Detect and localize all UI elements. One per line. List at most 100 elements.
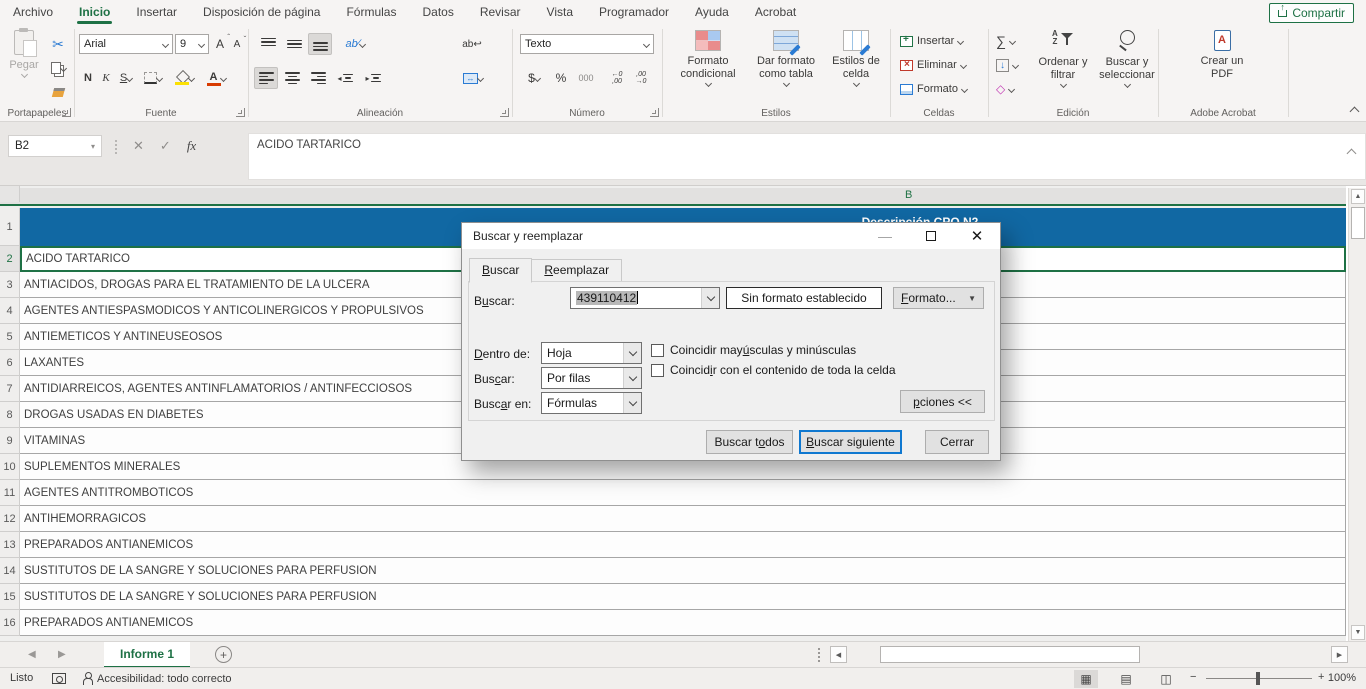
row-header[interactable]: 11: [0, 480, 20, 506]
borders-button[interactable]: [140, 67, 166, 89]
italic-button[interactable]: K: [98, 67, 114, 89]
align-middle-button[interactable]: [282, 33, 306, 55]
row-header[interactable]: 16: [0, 610, 20, 636]
row-header[interactable]: 7: [0, 376, 20, 402]
orientation-button[interactable]: ab∕: [338, 33, 372, 55]
underline-button[interactable]: S: [115, 67, 137, 89]
cell[interactable]: PREPARADOS ANTIANEMICOS: [20, 532, 1346, 558]
decrease-decimal-button[interactable]: ,00→0: [630, 67, 652, 89]
tab-vista[interactable]: Vista: [534, 0, 586, 25]
format-painter-button[interactable]: [46, 81, 70, 103]
percent-button[interactable]: %: [552, 67, 570, 89]
row-header[interactable]: 6: [0, 350, 20, 376]
fill-color-button[interactable]: [170, 67, 198, 89]
conditional-formatting-button[interactable]: Formato condicional: [672, 30, 744, 86]
search-order-select[interactable]: Por filas: [541, 367, 642, 389]
align-center-button[interactable]: [280, 67, 304, 89]
table-row[interactable]: 12ANTIHEMORRAGICOS: [0, 506, 1346, 532]
row-header[interactable]: 9: [0, 428, 20, 454]
number-format-combo[interactable]: Texto: [520, 34, 654, 54]
scroll-up-icon[interactable]: ▲: [1351, 189, 1365, 204]
increase-decimal-button[interactable]: ←0,00: [606, 67, 628, 89]
align-right-button[interactable]: [306, 67, 330, 89]
row-header[interactable]: 12: [0, 506, 20, 532]
row-header[interactable]: 8: [0, 402, 20, 428]
number-dialog-launcher-icon[interactable]: [650, 108, 659, 117]
find-next-button[interactable]: Buscar siguiente: [799, 430, 902, 454]
comma-style-button[interactable]: 000: [574, 67, 598, 89]
vertical-scrollbar[interactable]: ▲ ▼: [1348, 188, 1366, 641]
view-break-icon[interactable]: ◫: [1154, 670, 1178, 688]
font-color-button[interactable]: A: [202, 67, 230, 89]
row-header[interactable]: 3: [0, 272, 20, 298]
look-in-select[interactable]: Fórmulas: [541, 392, 642, 414]
match-entire-cell-checkbox[interactable]: Coincidir con el contenido de toda la ce…: [651, 363, 896, 377]
close-button[interactable]: Cerrar: [925, 430, 989, 454]
maximize-icon[interactable]: [916, 223, 946, 249]
combo-arrow-icon[interactable]: [623, 368, 641, 388]
currency-button[interactable]: $: [522, 67, 546, 89]
cell[interactable]: SUSTITUTOS DE LA SANGRE Y SOLUCIONES PAR…: [20, 584, 1346, 610]
table-row[interactable]: 11AGENTES ANTITROMBOTICOS: [0, 480, 1346, 506]
font-name-combo[interactable]: Arial: [79, 34, 173, 54]
wrap-text-button[interactable]: ab↩: [458, 33, 486, 55]
formula-bar-collapse-icon[interactable]: [1347, 149, 1357, 159]
delete-cells-button[interactable]: Eliminar: [900, 55, 966, 75]
select-all-corner[interactable]: [0, 186, 20, 202]
cell[interactable]: AGENTES ANTITROMBOTICOS: [20, 480, 1346, 506]
row-header[interactable]: 4: [0, 298, 20, 324]
accessibility-status[interactable]: Accesibilidad: todo correcto: [82, 672, 232, 685]
tab-disposicion[interactable]: Disposición de página: [190, 0, 333, 25]
row-header[interactable]: 15: [0, 584, 20, 610]
find-all-button[interactable]: Buscar todos: [706, 430, 793, 454]
horizontal-scrollbar-splitter[interactable]: [818, 648, 820, 662]
table-row[interactable]: 14SUSTITUTOS DE LA SANGRE Y SOLUCIONES P…: [0, 558, 1346, 584]
horizontal-scrollbar[interactable]: [852, 646, 1328, 663]
add-sheet-icon[interactable]: +: [215, 646, 232, 663]
tab-revisar[interactable]: Revisar: [467, 0, 534, 25]
table-row[interactable]: 15SUSTITUTOS DE LA SANGRE Y SOLUCIONES P…: [0, 584, 1346, 610]
zoom-percentage[interactable]: 100%: [1328, 672, 1356, 684]
zoom-in-icon[interactable]: +: [1318, 671, 1324, 683]
close-icon[interactable]: ✕: [962, 223, 992, 249]
sheet-next-icon[interactable]: ▶: [58, 649, 66, 660]
grow-font-button[interactable]: Aˆ: [212, 33, 228, 55]
enter-icon[interactable]: ✓: [160, 138, 171, 154]
tab-insertar[interactable]: Insertar: [123, 0, 190, 25]
formula-bar-splitter[interactable]: [115, 140, 117, 154]
tab-buscar[interactable]: Buscar: [469, 258, 532, 283]
minimize-icon[interactable]: —: [870, 223, 900, 249]
shrink-font-button[interactable]: Aˇ: [229, 33, 245, 55]
name-box[interactable]: B2 ▾: [8, 135, 102, 157]
view-layout-icon[interactable]: ▤: [1114, 670, 1138, 688]
insert-cells-button[interactable]: Insertar: [900, 31, 963, 51]
cell[interactable]: SUSTITUTOS DE LA SANGRE Y SOLUCIONES PAR…: [20, 558, 1346, 584]
options-button[interactable]: pciones <<: [900, 390, 985, 413]
vertical-scroll-thumb[interactable]: [1351, 207, 1365, 239]
row-header[interactable]: 13: [0, 532, 20, 558]
tab-ayuda[interactable]: Ayuda: [682, 0, 742, 25]
sheet-tab-informe-1[interactable]: Informe 1: [104, 642, 190, 668]
row-header[interactable]: 10: [0, 454, 20, 480]
ribbon-collapse-icon[interactable]: [1350, 107, 1360, 117]
format-as-table-button[interactable]: Dar formato como tabla: [748, 30, 824, 86]
copy-button[interactable]: [46, 57, 70, 79]
cell-styles-button[interactable]: Estilos de celda: [826, 30, 886, 86]
increase-indent-button[interactable]: ▸: [360, 67, 386, 89]
column-header-strip[interactable]: B: [0, 188, 1346, 206]
tab-acrobat[interactable]: Acrobat: [742, 0, 809, 25]
merge-center-button[interactable]: ↔: [456, 67, 490, 89]
row-header[interactable]: 5: [0, 324, 20, 350]
row-header[interactable]: 2: [0, 246, 20, 272]
scroll-down-icon[interactable]: ▼: [1351, 625, 1365, 640]
clipboard-dialog-launcher-icon[interactable]: [62, 108, 71, 117]
tab-formulas[interactable]: Fórmulas: [333, 0, 409, 25]
fx-icon[interactable]: fx: [187, 138, 196, 154]
sheet-prev-icon[interactable]: ◀: [28, 649, 36, 660]
align-top-button[interactable]: [256, 33, 280, 55]
font-size-combo[interactable]: 9: [175, 34, 209, 54]
row-header[interactable]: 14: [0, 558, 20, 584]
sort-filter-button[interactable]: AZ Ordenar y filtrar: [1032, 30, 1094, 87]
macro-icon[interactable]: [52, 673, 66, 687]
tab-datos[interactable]: Datos: [409, 0, 466, 25]
